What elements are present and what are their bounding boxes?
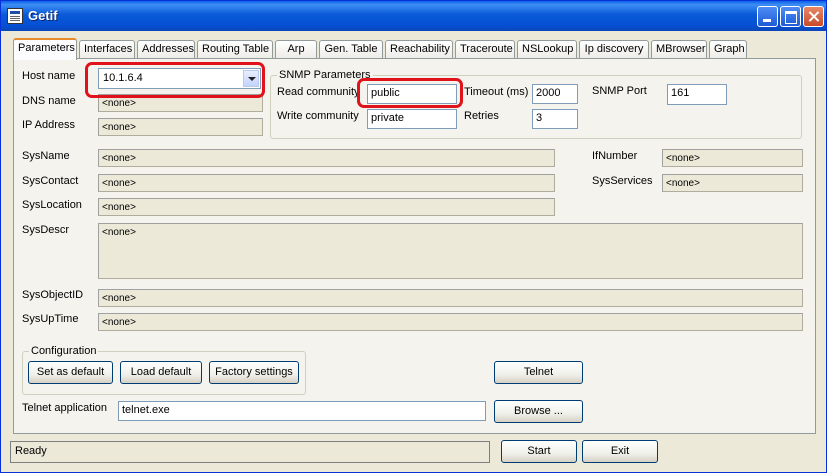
set-as-default-button[interactable]: Set as default — [28, 361, 113, 384]
tab-parameters[interactable]: Parameters — [13, 38, 77, 60]
tab-nslookup[interactable]: NSLookup — [517, 40, 577, 59]
browse-button[interactable]: Browse ... — [494, 400, 583, 423]
sysdescr-field: <none> — [98, 223, 803, 279]
tab-routing-table[interactable]: Routing Table — [197, 40, 273, 59]
read-community-label: Read community — [277, 86, 360, 98]
tab-gen-table[interactable]: Gen. Table — [319, 40, 383, 59]
sysuptime-label: SysUpTime — [22, 313, 79, 325]
syscontact-label: SysContact — [22, 175, 79, 187]
load-default-button[interactable]: Load default — [120, 361, 202, 384]
tab-ip-discovery[interactable]: Ip discovery — [579, 40, 649, 59]
dns-name-label: DNS name — [22, 95, 76, 107]
status-bar: Ready — [10, 441, 490, 463]
telnet-application-input[interactable]: telnet.exe — [118, 401, 486, 421]
timeout-label: Timeout (ms) — [464, 86, 529, 98]
tab-graph[interactable]: Graph — [709, 40, 747, 59]
start-button[interactable]: Start — [501, 440, 577, 463]
retries-label: Retries — [464, 110, 499, 122]
title-bar[interactable]: Getif — [1, 1, 826, 31]
sysname-field: <none> — [98, 149, 555, 167]
getif-window: Getif Parameters Interfaces Addresses Ro… — [0, 0, 827, 473]
timeout-input[interactable]: 2000 — [532, 84, 578, 104]
tab-interfaces[interactable]: Interfaces — [79, 40, 135, 59]
sysservices-label: SysServices — [592, 175, 653, 187]
app-icon — [7, 8, 23, 24]
exit-button[interactable]: Exit — [582, 440, 658, 463]
sysobjectid-field: <none> — [98, 289, 803, 307]
tab-traceroute[interactable]: Traceroute — [455, 40, 515, 59]
sysuptime-field: <none> — [98, 313, 803, 331]
snmp-port-label: SNMP Port — [592, 85, 647, 97]
window-title: Getif — [28, 8, 58, 23]
read-community-highlight — [357, 78, 463, 108]
telnet-application-label: Telnet application — [22, 402, 108, 414]
close-icon[interactable] — [803, 6, 824, 27]
sysobjectid-label: SysObjectID — [22, 289, 84, 301]
sysservices-field: <none> — [662, 174, 803, 192]
tab-mbrowser[interactable]: MBrowser — [651, 40, 707, 59]
maximize-icon[interactable] — [780, 6, 801, 27]
telnet-button[interactable]: Telnet — [494, 361, 583, 384]
factory-settings-button[interactable]: Factory settings — [209, 361, 299, 384]
syslocation-field: <none> — [98, 198, 555, 216]
syscontact-field: <none> — [98, 174, 555, 192]
ifnumber-label: IfNumber — [592, 150, 638, 162]
ip-address-field: <none> — [98, 118, 263, 136]
syslocation-label: SysLocation — [22, 199, 82, 211]
hostname-label: Host name — [22, 70, 76, 82]
tab-addresses[interactable]: Addresses — [137, 40, 195, 59]
parameters-panel: Host name 10.1.6.4 DNS name <none> IP Ad… — [13, 58, 816, 434]
hostname-highlight — [85, 62, 265, 98]
sysdescr-label: SysDescr — [22, 224, 70, 236]
write-community-label: Write community — [277, 110, 359, 122]
write-community-input[interactable]: private — [367, 109, 457, 129]
ifnumber-field: <none> — [662, 149, 803, 167]
tab-arp[interactable]: Arp — [275, 40, 317, 59]
retries-input[interactable]: 3 — [532, 109, 578, 129]
snmp-port-input[interactable]: 161 — [667, 84, 727, 105]
sysname-label: SysName — [22, 150, 70, 162]
ip-address-label: IP Address — [22, 119, 75, 131]
tab-reachability[interactable]: Reachability — [385, 40, 453, 59]
minimize-icon[interactable] — [757, 6, 778, 27]
configuration-legend: Configuration — [29, 345, 99, 357]
